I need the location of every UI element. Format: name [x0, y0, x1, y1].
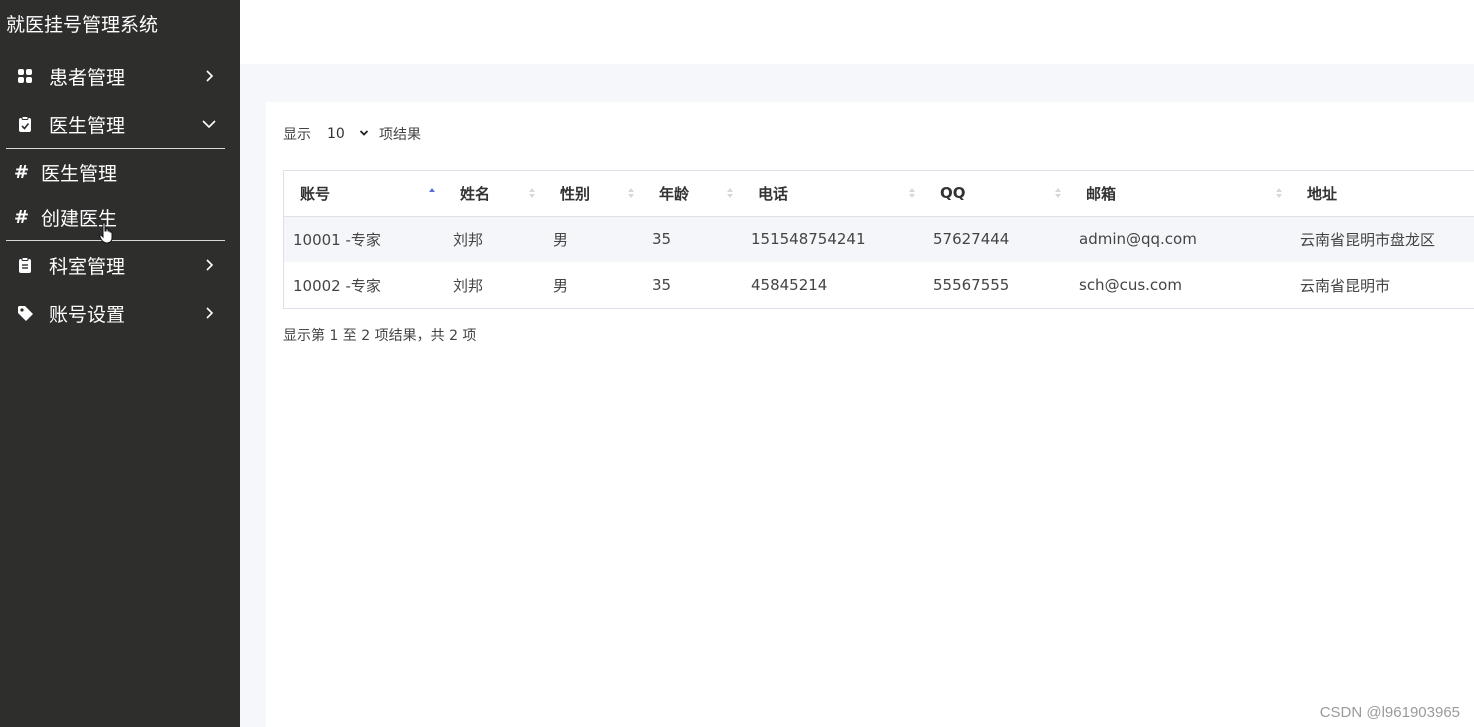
- sort-icon: [529, 188, 535, 198]
- show-label: 显示: [283, 127, 311, 143]
- cell-address: 云南省昆明市: [1300, 276, 1391, 295]
- table-row[interactable]: 10002 -专家 刘邦 男 35 45845214 55567555 sch@…: [284, 262, 1474, 308]
- column-header-age[interactable]: 年龄: [643, 171, 742, 216]
- cell-gender: 男: [553, 276, 569, 295]
- chevron-down-icon: [200, 115, 218, 133]
- cell-address: 云南省昆明市盘龙区: [1300, 230, 1436, 249]
- cell-age: 35: [652, 276, 672, 294]
- sidebar-item-account-settings[interactable]: 账号设置: [0, 291, 240, 335]
- page-length-value: 10: [327, 126, 345, 142]
- sort-icon: [1055, 188, 1061, 198]
- app-title: 就医挂号管理系统: [6, 14, 159, 36]
- sort-icon: [628, 188, 634, 198]
- column-header-label: 地址: [1307, 184, 1338, 203]
- sidebar: 就医挂号管理系统 患者管理 医生管理 # 医生管理 # 创建医生 科室管理 账号…: [0, 0, 240, 727]
- hash-icon: #: [14, 206, 30, 228]
- column-header-phone[interactable]: 电话: [742, 171, 924, 216]
- column-header-label: QQ: [940, 184, 966, 203]
- sidebar-item-label: 科室管理: [49, 255, 126, 278]
- sidebar-item-label: 医生管理: [49, 114, 126, 137]
- cell-phone: 151548754241: [751, 230, 866, 249]
- column-header-gender[interactable]: 性别: [544, 171, 643, 216]
- top-header: [240, 0, 1474, 64]
- column-header-label: 邮箱: [1086, 184, 1117, 203]
- sidebar-item-patients[interactable]: 患者管理: [0, 54, 240, 98]
- cell-account: 10001 -专家: [293, 230, 381, 249]
- table-header-row: 账号 姓名 性别 年龄 电话 QQ 邮箱 地址: [284, 171, 1474, 216]
- cell-gender: 男: [553, 230, 569, 249]
- cell-name: 刘邦: [453, 276, 484, 295]
- entries-label: 项结果: [379, 127, 421, 143]
- watermark: CSDN @l961903965: [1319, 704, 1460, 721]
- tag-icon: [16, 304, 34, 322]
- submenu-item-label: 医生管理: [41, 162, 118, 185]
- chevron-right-icon: [200, 67, 218, 85]
- submenu-divider-top: [6, 148, 225, 149]
- submenu-item-create-doctor[interactable]: # 创建医生: [0, 197, 240, 237]
- cell-account: 10002 -专家: [293, 276, 381, 295]
- cell-email: admin@qq.com: [1079, 230, 1197, 249]
- column-header-name[interactable]: 姓名: [444, 171, 544, 216]
- page-length-select[interactable]: 10: [317, 121, 373, 147]
- column-header-label: 性别: [560, 184, 591, 203]
- column-header-email[interactable]: 邮箱: [1070, 171, 1291, 216]
- sidebar-item-label: 账号设置: [49, 303, 126, 326]
- page-length-control: 显示 10 项结果: [283, 121, 421, 147]
- column-header-account[interactable]: 账号: [284, 171, 444, 216]
- column-header-label: 电话: [758, 184, 789, 203]
- column-header-label: 年龄: [659, 184, 690, 203]
- column-header-qq[interactable]: QQ: [924, 171, 1070, 216]
- grid-icon: [16, 67, 34, 85]
- chevron-right-icon: [200, 256, 218, 274]
- sort-icon: [909, 188, 915, 198]
- chevron-down-icon: [359, 130, 369, 136]
- submenu-divider-bottom: [6, 240, 225, 241]
- cell-email: sch@cus.com: [1079, 276, 1182, 294]
- cell-phone: 45845214: [751, 276, 828, 294]
- cell-age: 35: [652, 230, 672, 249]
- hash-icon: #: [14, 161, 30, 183]
- chevron-right-icon: [200, 304, 218, 322]
- cell-qq: 55567555: [933, 276, 1010, 294]
- table-row[interactable]: 10001 -专家 刘邦 男 35 151548754241 57627444 …: [284, 216, 1474, 262]
- column-header-label: 账号: [300, 184, 331, 203]
- column-header-label: 姓名: [460, 184, 491, 203]
- doctor-table: 账号 姓名 性别 年龄 电话 QQ 邮箱 地址 10001 -专家 刘邦 男 3…: [283, 170, 1474, 309]
- column-header-address[interactable]: 地址: [1291, 171, 1474, 216]
- cell-name: 刘邦: [453, 230, 484, 249]
- clipboard-icon: [16, 115, 34, 133]
- sidebar-item-label: 患者管理: [49, 66, 126, 89]
- table-info: 显示第 1 至 2 项结果，共 2 项: [283, 328, 477, 344]
- clipboard-icon: [16, 256, 34, 274]
- sort-icon: [1276, 188, 1282, 198]
- sort-asc-icon: [429, 188, 435, 192]
- hand-cursor-icon: [99, 222, 113, 244]
- sort-icon: [727, 188, 733, 198]
- submenu-item-doctor-list[interactable]: # 医生管理: [0, 152, 240, 192]
- cell-qq: 57627444: [933, 230, 1010, 249]
- sidebar-item-departments[interactable]: 科室管理: [0, 243, 240, 287]
- sidebar-item-doctors[interactable]: 医生管理: [0, 102, 240, 146]
